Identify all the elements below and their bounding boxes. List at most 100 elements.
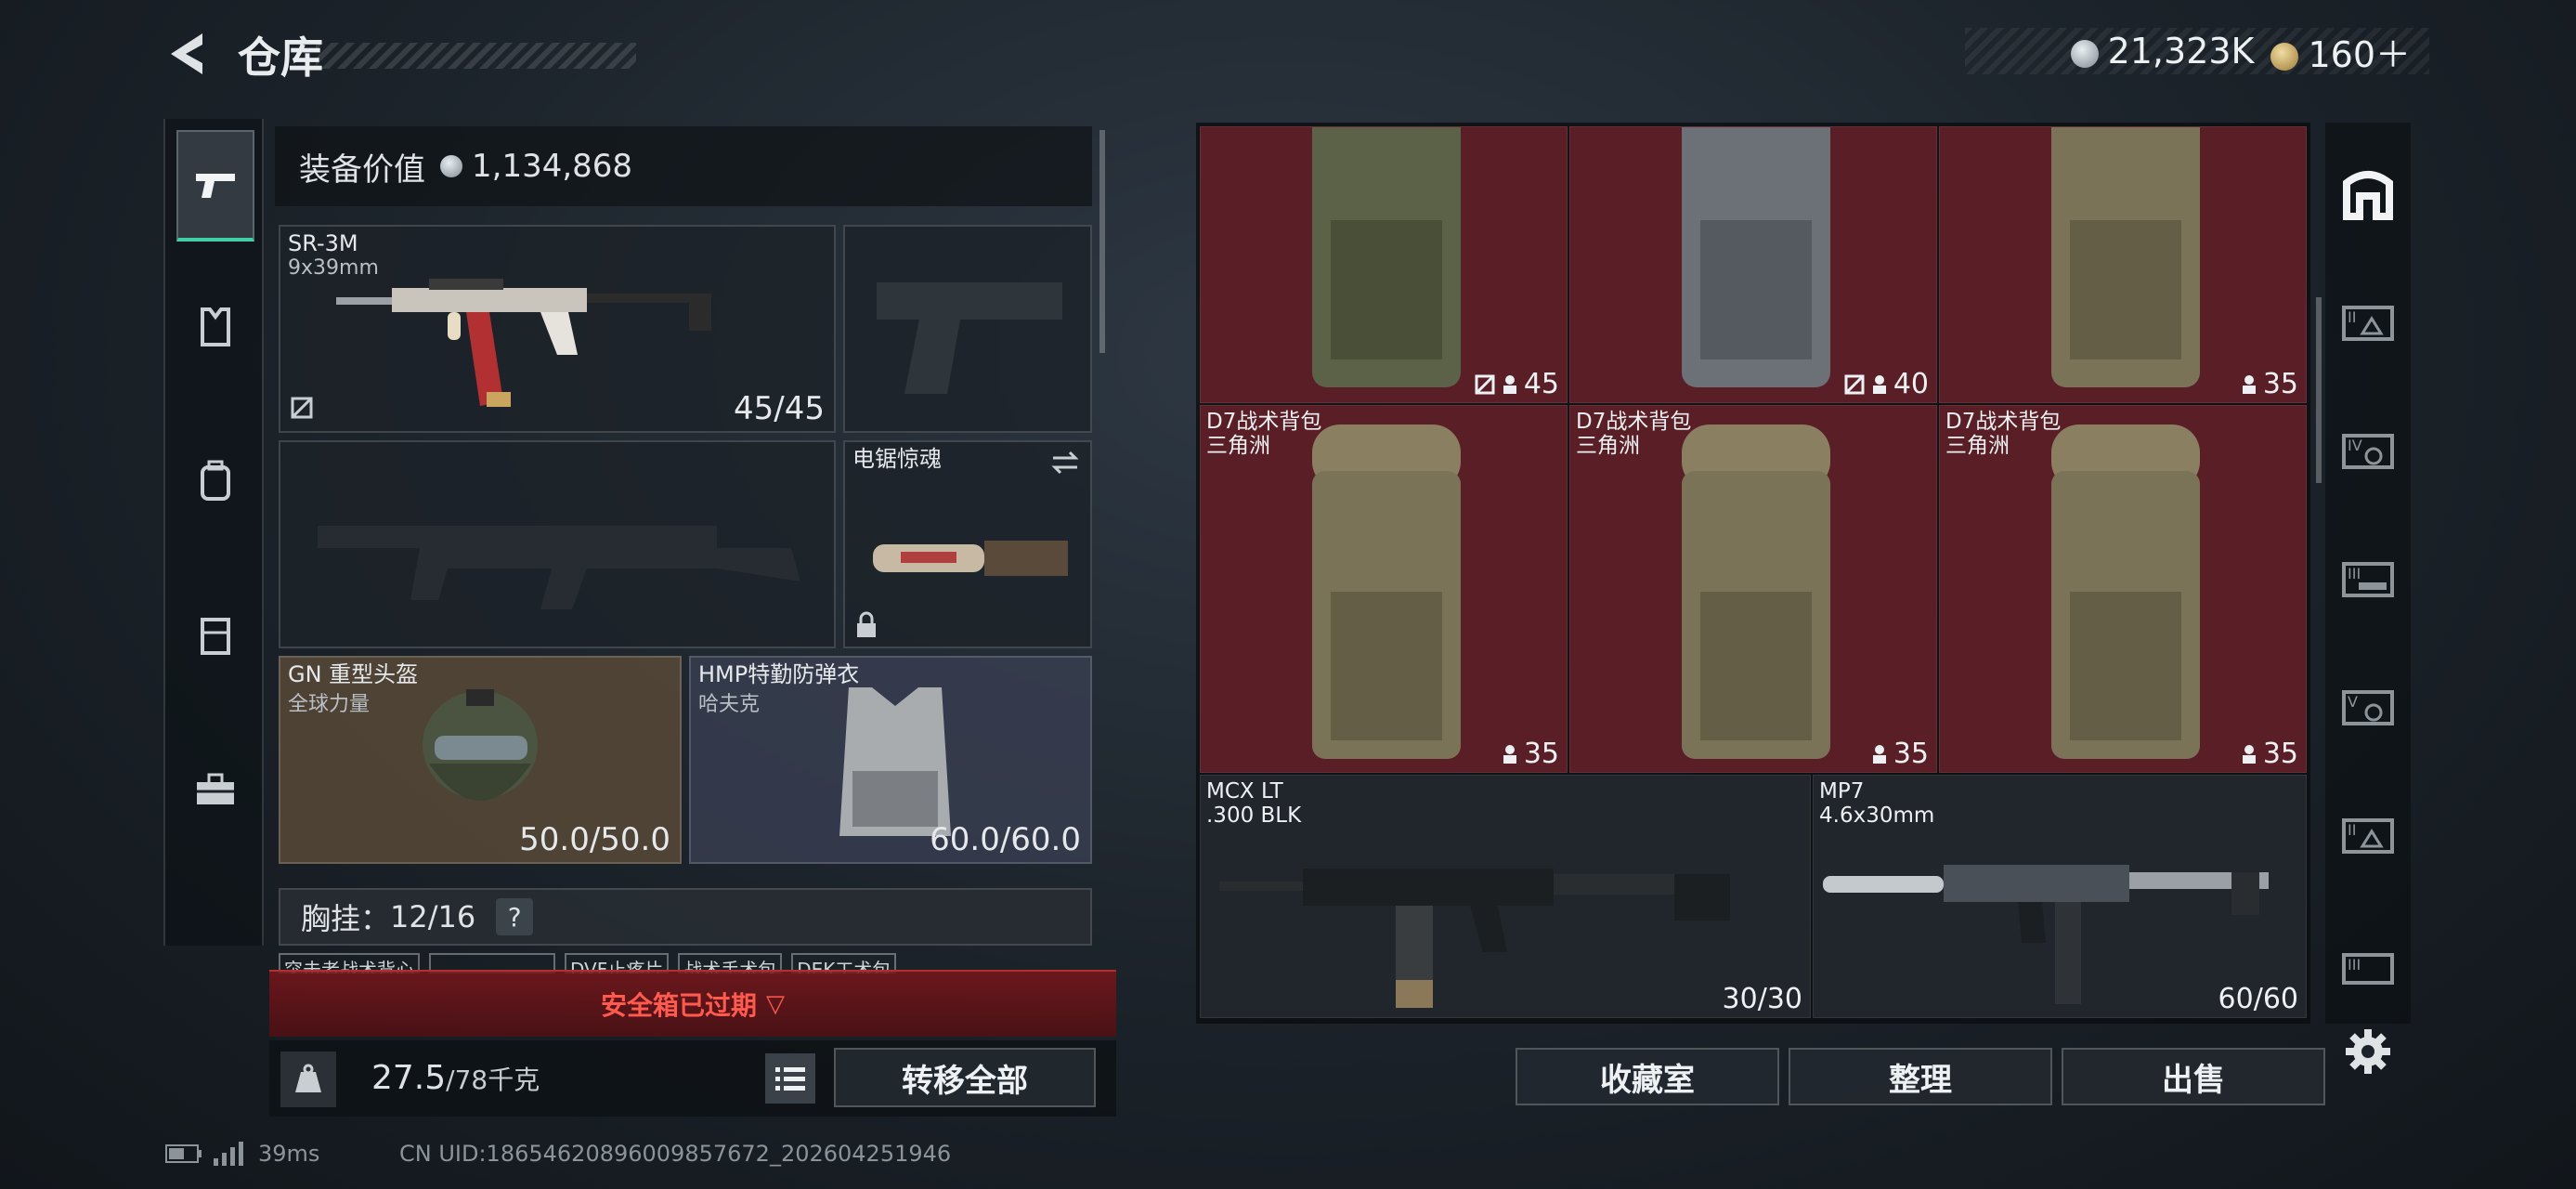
stash-scrollbar[interactable] bbox=[2316, 297, 2322, 483]
backpack-image bbox=[2051, 127, 2200, 387]
stash-item-d7-backpack[interactable]: D7战术背包 三角洲 35 bbox=[1569, 405, 1937, 773]
tier-3-icon: III bbox=[2342, 562, 2394, 597]
silver-coin-icon bbox=[440, 155, 462, 177]
melee-name: 电锯惊魂 bbox=[852, 446, 942, 472]
item-count: 35 bbox=[2241, 368, 2298, 400]
capacity-icon bbox=[1872, 374, 1886, 394]
safebox-expired-banner[interactable]: 安全箱已过期 ▽ bbox=[269, 970, 1116, 1037]
rifle-placeholder-icon bbox=[318, 526, 800, 609]
gold-currency[interactable]: 160＋ bbox=[2270, 26, 2411, 77]
item-name: MP7 4.6x30mm bbox=[1819, 779, 1935, 828]
not-insured-icon bbox=[1844, 374, 1865, 394]
tab-armor[interactable] bbox=[176, 271, 254, 383]
not-insured-icon bbox=[291, 397, 313, 419]
swap-icon[interactable] bbox=[1049, 450, 1081, 476]
helmet-name: GN 重型头盔 bbox=[288, 661, 419, 687]
tab-tier-4[interactable]: IV bbox=[2338, 422, 2398, 481]
rig-icon bbox=[201, 618, 230, 655]
tab-tier-2[interactable]: II bbox=[2338, 294, 2398, 353]
sort-button[interactable]: 整理 bbox=[1789, 1048, 2052, 1105]
safebox-text: 安全箱已过期 bbox=[600, 990, 757, 1021]
capacity-icon bbox=[2242, 374, 2256, 394]
armor-brand: 哈夫克 bbox=[698, 693, 761, 716]
user-uid: CN UID:1865462089600985767​2_20260425194… bbox=[399, 1141, 952, 1167]
tab-backpack[interactable] bbox=[176, 425, 254, 537]
backpack-image bbox=[2051, 425, 2200, 759]
equipment-value: 1,134,868 bbox=[472, 148, 633, 185]
svg-text:V: V bbox=[2348, 693, 2358, 711]
weight-current: 27.5 bbox=[371, 1059, 447, 1097]
capacity-icon bbox=[1503, 744, 1516, 764]
item-count: 35 bbox=[1502, 738, 1559, 770]
tier-4-icon: IV bbox=[2342, 434, 2394, 469]
stash-item-mp7[interactable]: MP7 4.6x30mm 60/60 bbox=[1813, 775, 2307, 1018]
tab-tier-5[interactable]: V bbox=[2338, 678, 2398, 738]
svg-text:IV: IV bbox=[2348, 437, 2362, 454]
stash-item-mcx-lt[interactable]: MCX LT .300 BLK 30/30 bbox=[1200, 775, 1811, 1018]
tab-weapons[interactable] bbox=[176, 130, 254, 242]
tab-tier-3b[interactable]: III bbox=[2338, 936, 2398, 996]
armor-vest-image bbox=[839, 687, 951, 836]
tab-stash-home[interactable] bbox=[2338, 163, 2398, 223]
backpack-icon bbox=[201, 460, 230, 501]
title-decoration bbox=[316, 43, 636, 69]
helmet-slot[interactable]: GN 重型头盔 全球力量 50.0/50.0 bbox=[279, 656, 682, 864]
backpack-image bbox=[1312, 425, 1461, 759]
armor-icon bbox=[201, 307, 230, 346]
primary-weapon-slot[interactable]: SR-3M 9x39mm 45/45 bbox=[279, 225, 836, 433]
pistol-slot[interactable] bbox=[843, 225, 1092, 433]
chevron-down-icon: ▽ bbox=[766, 990, 785, 1018]
backpack-image bbox=[1312, 127, 1461, 387]
stash-item-backpack[interactable]: 35 bbox=[1939, 126, 2307, 403]
equipment-category-tabs bbox=[163, 119, 264, 946]
item-count: 35 bbox=[1871, 738, 1929, 770]
svg-text:II: II bbox=[2348, 821, 2356, 839]
armor-durability: 60.0/60.0 bbox=[930, 821, 1081, 858]
list-icon bbox=[775, 1067, 805, 1091]
stash-item-backpack[interactable]: 40 bbox=[1569, 126, 1937, 403]
tier-2-icon: II bbox=[2342, 306, 2394, 341]
item-count: 35 bbox=[2241, 738, 2298, 770]
secondary-weapon-slot[interactable] bbox=[279, 440, 836, 648]
capacity-icon bbox=[2242, 744, 2256, 764]
weight-icon bbox=[280, 1052, 336, 1107]
stash-item-d7-backpack[interactable]: D7战术背包 三角洲 35 bbox=[1200, 405, 1568, 773]
not-insured-icon bbox=[1475, 374, 1495, 394]
tier-2b-icon: II bbox=[2342, 818, 2394, 854]
stash-item-d7-backpack[interactable]: D7战术背包 三角洲 35 bbox=[1939, 405, 2307, 773]
item-ammo-count: 30/30 bbox=[1722, 983, 1802, 1015]
chest-rig-bar[interactable]: 胸挂： 12/16 ? bbox=[279, 888, 1092, 946]
backpack-image bbox=[1682, 425, 1830, 759]
equipment-scrollbar[interactable] bbox=[1099, 130, 1105, 353]
silver-currency: 21,323K bbox=[2070, 31, 2254, 72]
melee-slot[interactable]: 电锯惊魂 bbox=[843, 440, 1092, 648]
pistol-icon bbox=[196, 174, 235, 198]
tab-chest-rig[interactable] bbox=[176, 580, 254, 691]
list-view-button[interactable] bbox=[765, 1053, 815, 1104]
tab-tier-2b[interactable]: II bbox=[2338, 806, 2398, 866]
body-armor-slot[interactable]: HMP特勤防弹衣 哈夫克 60.0/60.0 bbox=[689, 656, 1092, 864]
helmet-durability: 50.0/50.0 bbox=[519, 821, 670, 858]
silver-coin-icon bbox=[2070, 39, 2099, 68]
pistol-placeholder-icon bbox=[877, 282, 1062, 394]
helmet-brand: 全球力量 bbox=[288, 693, 371, 716]
collection-room-button[interactable]: 收藏室 bbox=[1516, 1048, 1779, 1105]
stash-page-tabs: II IV III V II III bbox=[2325, 123, 2411, 1024]
currency-bar: 21,323K 160＋ bbox=[1965, 26, 2429, 77]
tab-toolbox[interactable] bbox=[176, 734, 254, 845]
capacity-icon bbox=[1872, 744, 1886, 764]
gold-coin-icon bbox=[2270, 43, 2299, 71]
back-arrow-icon[interactable] bbox=[165, 30, 214, 78]
transfer-all-button[interactable]: 转移全部 bbox=[834, 1048, 1096, 1107]
help-button[interactable]: ? bbox=[496, 898, 534, 935]
capacity-icon bbox=[1503, 374, 1516, 394]
svg-text:III: III bbox=[2348, 956, 2361, 973]
stash-item-backpack[interactable]: 45 bbox=[1200, 126, 1568, 403]
sell-button[interactable]: 出售 bbox=[2062, 1048, 2325, 1105]
weapon-ammo-count: 45/45 bbox=[734, 390, 825, 427]
tab-tier-3[interactable]: III bbox=[2338, 550, 2398, 609]
gear-icon[interactable] bbox=[2342, 1026, 2394, 1078]
stash-grid: 45 40 35 D7战术背包 三角洲 35 D7战术背包 三角洲 35 D7战术背… bbox=[1196, 123, 2310, 1024]
helmet-image bbox=[423, 689, 538, 801]
lock-icon bbox=[857, 611, 876, 637]
